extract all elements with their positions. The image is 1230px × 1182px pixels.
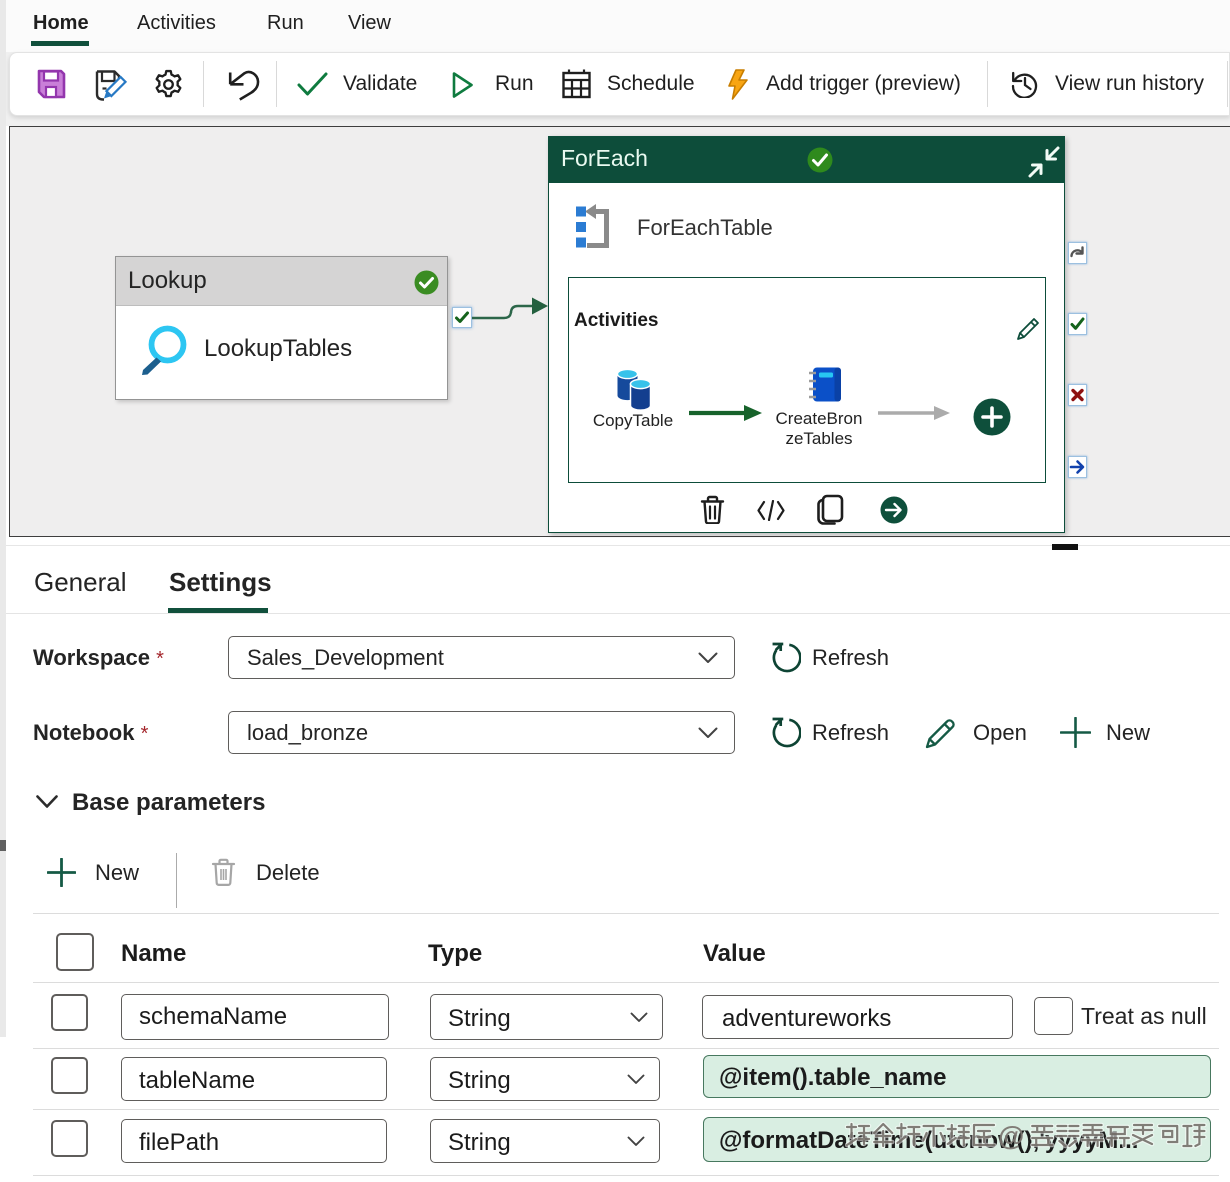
svg-text:@: @: [998, 1121, 1024, 1151]
